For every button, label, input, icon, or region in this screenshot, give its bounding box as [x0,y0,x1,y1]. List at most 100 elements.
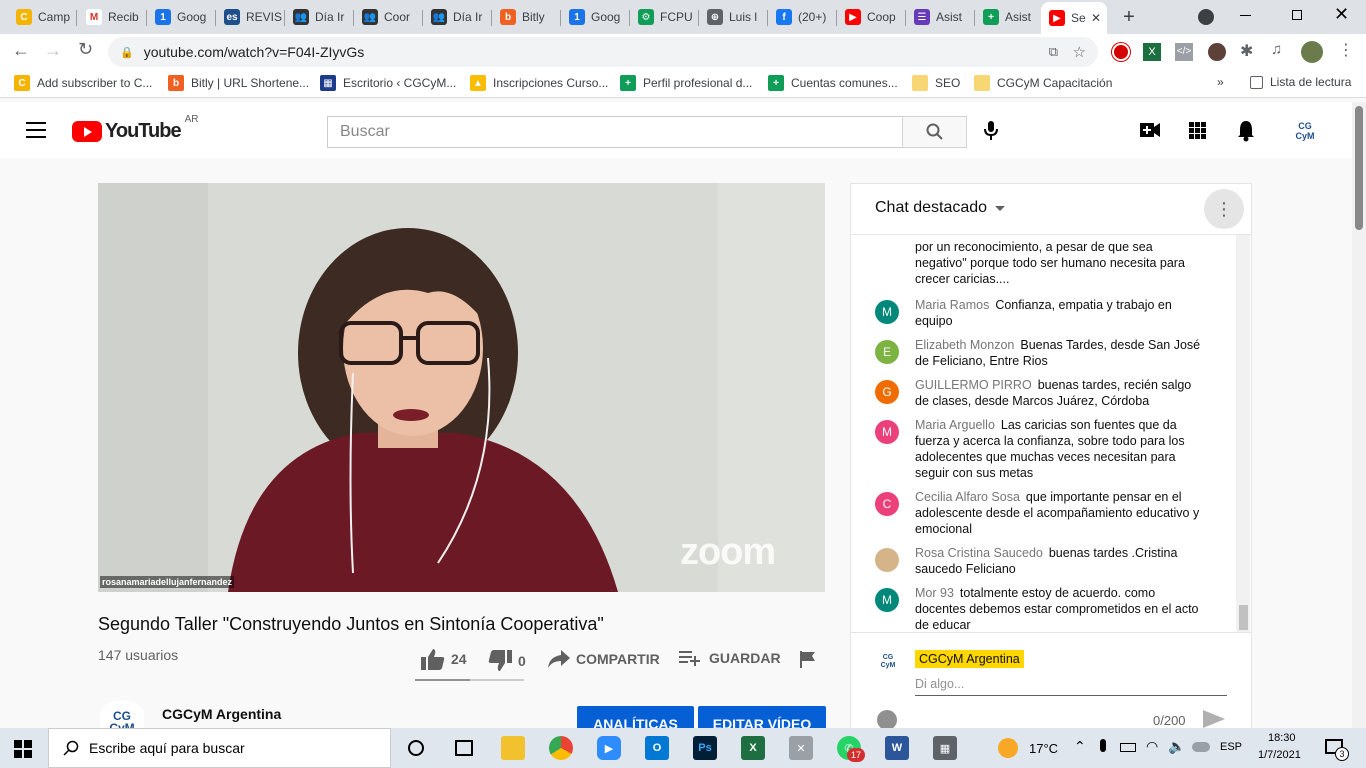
chat-message-input[interactable]: Di algo... [915,674,1227,696]
extension-circle-icon[interactable] [1208,43,1226,61]
open-in-app-icon[interactable]: ⧉ [1049,44,1058,60]
edit-video-button[interactable]: EDITAR VÍDEO [698,706,826,728]
browser-tab[interactable]: M Recib [78,4,147,30]
chat-author-name[interactable]: Cecilia Alfaro Sosa [915,490,1020,504]
weather-icon[interactable] [998,738,1018,758]
browser-tab[interactable]: es REVIS [216,4,285,30]
page-scrollbar[interactable] [1352,102,1366,728]
photoshop-icon[interactable]: Ps [693,736,717,760]
back-icon[interactable]: ← [12,40,30,61]
zoom-app-icon[interactable]: ▶ [597,736,621,760]
browser-tab[interactable]: b Bitly [492,4,561,30]
youtube-logo[interactable]: YouTube AR [72,114,198,142]
battery-icon[interactable] [1120,743,1136,752]
new-tab-button[interactable]: + [1118,6,1140,28]
chat-author-avatar[interactable]: M [875,588,899,612]
bookmark-item[interactable]: + Perfil profesional d... [620,75,752,91]
chat-author-name[interactable]: Elizabeth Monzon [915,338,1014,352]
chat-author-name[interactable]: Maria Ramos [915,298,989,312]
chat-author-avatar[interactable]: C [875,492,899,516]
tab-search-icon[interactable] [1198,9,1214,25]
browser-tab[interactable]: + Asist [975,4,1044,30]
code-extension-icon[interactable]: </> [1175,43,1193,61]
onedrive-icon[interactable] [1192,742,1210,752]
clock-date[interactable]: 1/7/2021 [1258,749,1301,761]
address-bar[interactable]: 🔒 youtube.com/watch?v=F04I-ZIyvGs ⧉ ☆ [108,37,1098,67]
browser-tab[interactable]: ▶ Se ✕ [1041,2,1107,34]
reading-list-button[interactable]: Lista de lectura [1250,75,1351,89]
browser-tab[interactable]: 👥 Día Ir [423,4,492,30]
chrome-icon[interactable] [549,736,573,760]
outlook-icon[interactable]: O [645,736,669,760]
save-button[interactable]: GUARDAR [679,650,781,666]
opera-extension-icon[interactable] [1112,43,1130,61]
analytics-button[interactable]: ANALÍTICAS [577,706,694,728]
excel-extension-icon[interactable]: X [1143,43,1161,61]
input-language[interactable]: ESP [1220,741,1242,753]
page-scrollbar-thumb[interactable] [1355,106,1363,230]
chat-author-name[interactable]: GUILLERMO PIRRO [915,378,1032,392]
chat-header[interactable]: Chat destacado [875,199,1006,217]
browser-tab[interactable]: ⚙ FCPU [630,4,699,30]
chat-author-name[interactable]: Maria Arguello [915,418,995,432]
send-icon[interactable] [1203,710,1225,728]
wifi-icon[interactable]: ◠ [1146,738,1158,755]
bookmark-item[interactable]: SEO [912,75,960,91]
volume-icon[interactable]: 🔈 [1168,738,1185,755]
microphone-icon[interactable] [983,120,999,142]
create-video-icon[interactable] [1140,123,1160,137]
mic-tray-icon[interactable] [1100,739,1106,752]
browser-tab[interactable]: ▶ Coop [837,4,906,30]
task-view-icon[interactable] [455,740,473,756]
bookmark-item[interactable]: ▦ Escritorio ‹ CGCyM... [320,75,456,91]
share-button[interactable]: COMPARTIR [548,650,660,668]
calculator-icon[interactable]: ▦ [933,736,957,760]
bookmark-item[interactable]: ▲ Inscripciones Curso... [470,75,608,91]
maximize-button[interactable] [1292,10,1302,20]
tray-chevron-icon[interactable]: ⌃ [1074,738,1086,755]
browser-tab[interactable]: ☰ Asist [906,4,975,30]
tab-close-icon[interactable]: ✕ [1091,11,1101,25]
apps-grid-icon[interactable] [1189,122,1206,139]
bookmark-item[interactable]: + Cuentas comunes... [768,75,898,91]
bookmark-item[interactable]: b Bitly | URL Shortene... [168,75,309,91]
browser-tab[interactable]: f (20+) [768,4,837,30]
excel-icon[interactable]: X [741,736,765,760]
browser-tab[interactable]: 👥 Coor [354,4,423,30]
channel-avatar[interactable]: CG CyM [100,700,144,734]
hamburger-menu-icon[interactable] [26,122,46,138]
video-player[interactable]: zoom rosanamariadellujanfernandez [98,183,825,592]
search-button[interactable] [902,116,967,148]
vpn-icon[interactable]: ✕ [789,736,813,760]
chat-author-avatar[interactable]: M [875,420,899,444]
chat-author-name[interactable]: Rosa Cristina Saucedo [915,546,1043,560]
emoji-icon[interactable] [877,710,897,730]
account-avatar[interactable]: CG CyM [1292,118,1318,144]
browser-menu-icon[interactable]: ⋮ [1338,40,1354,60]
like-button[interactable]: 24 [421,648,467,670]
extensions-puzzle-icon[interactable]: ✱ [1240,41,1253,61]
bookmark-star-icon[interactable]: ☆ [1073,43,1086,61]
notifications-bell-icon[interactable] [1237,120,1255,142]
chat-more-options-button[interactable]: ⋮ [1204,189,1244,229]
bookmark-item[interactable]: CGCyM Capacitación [974,75,1112,91]
clock-time[interactable]: 18:30 [1268,732,1296,744]
browser-tab[interactable]: C Camp [8,4,77,30]
chat-author-avatar[interactable]: G [875,380,899,404]
minimize-button[interactable] [1240,15,1251,16]
browser-tab[interactable]: ⊕ Luis l [699,4,768,30]
browser-tab[interactable]: 👥 Día Ir [285,4,354,30]
chat-author-avatar[interactable]: M [875,300,899,324]
dislike-button[interactable]: 0 [488,650,526,672]
word-icon[interactable]: W [885,736,909,760]
profile-avatar[interactable] [1301,41,1323,63]
media-control-icon[interactable]: ♫ [1271,41,1282,58]
chat-scrollbar[interactable] [1236,235,1250,632]
forward-icon[interactable]: → [44,40,62,61]
cortana-icon[interactable] [408,740,424,756]
reload-icon[interactable]: ↻ [78,39,93,60]
browser-tab[interactable]: 1 Goog [561,4,630,30]
taskbar-search-box[interactable]: Escribe aquí para buscar [48,728,391,768]
chat-author-name[interactable]: Mor 93 [915,586,954,600]
chat-author-avatar[interactable]: E [875,340,899,364]
